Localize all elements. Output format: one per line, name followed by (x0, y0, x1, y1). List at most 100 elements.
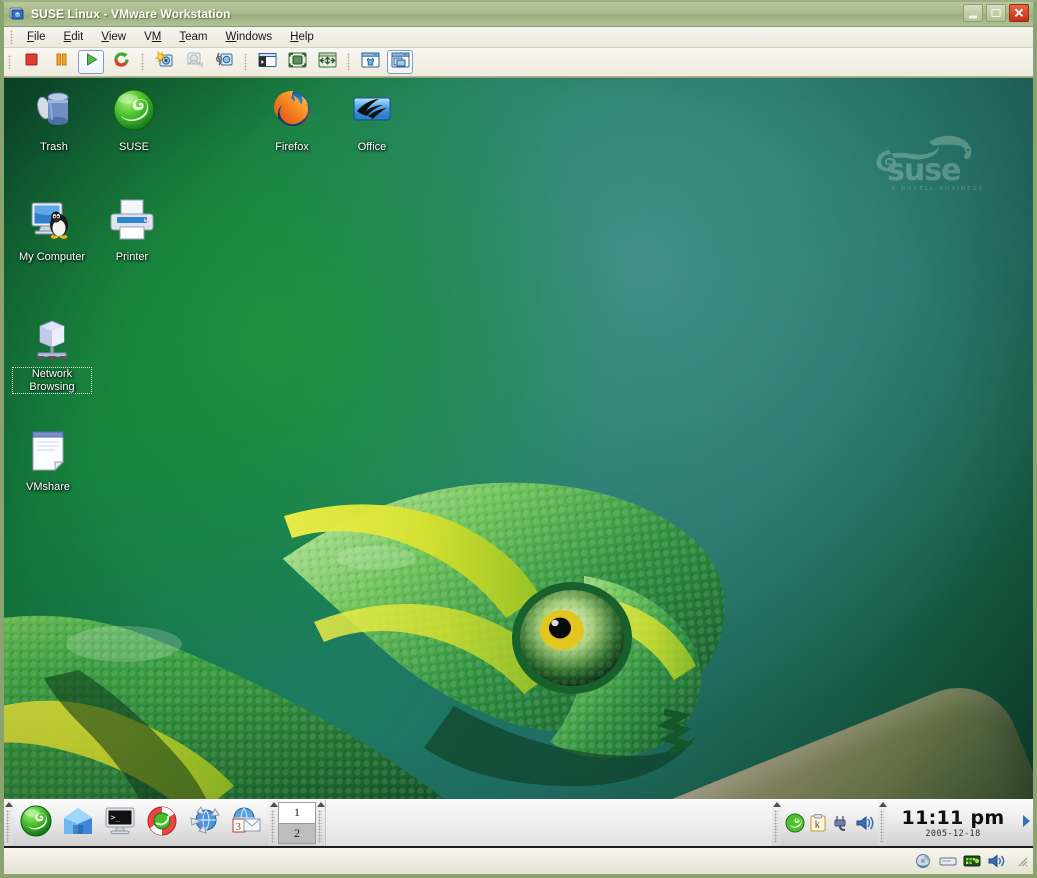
desktop-icon-label: Trash (38, 141, 70, 154)
menu-vm[interactable]: VM (135, 29, 170, 45)
status-network-icon[interactable] (963, 853, 981, 869)
panel-handle-left[interactable] (4, 800, 13, 846)
desktop-icon-label: Network Browsing (12, 367, 92, 394)
menu-bar: File Edit View VM Team Windows Help (4, 27, 1033, 48)
desktop-icon-trash[interactable]: Trash (14, 86, 94, 155)
fullscreen-button[interactable] (284, 50, 310, 74)
power-on-button[interactable] (78, 50, 104, 74)
close-button[interactable]: ✕ (1009, 4, 1029, 22)
settings-button[interactable] (357, 50, 383, 74)
quick-switch-button[interactable] (314, 50, 340, 74)
snapshot-manager-button[interactable] (211, 50, 237, 74)
desktop-icon-suse[interactable]: SUSE (94, 86, 174, 155)
show-sidebar-button[interactable] (254, 50, 280, 74)
sidebar-panel-icon (258, 52, 277, 73)
my-computer-tux-icon (28, 196, 76, 244)
guest-screen[interactable]: suse A NOVELL BUSINESS Trash (4, 77, 1033, 846)
menu-windows[interactable]: Windows (217, 29, 282, 45)
fullscreen-icon (288, 52, 307, 73)
desktop-pager[interactable]: 1 2 (278, 802, 316, 844)
terminal-icon: >_ (104, 806, 136, 841)
kde-panel: >_ (4, 799, 1033, 846)
panel-launchers: >_ (13, 800, 269, 846)
watermark-word: suse (887, 153, 960, 188)
menu-help[interactable]: Help (281, 29, 323, 45)
wrench-settings-icon (361, 52, 380, 73)
panel-handle-tray[interactable] (772, 800, 781, 846)
taskbar[interactable] (325, 800, 772, 846)
desktop-icon-network-browsing[interactable]: Network Browsing (12, 316, 92, 395)
desktop-icon-my-computer[interactable]: My Computer (12, 196, 92, 265)
chevron-right-icon (1021, 814, 1031, 833)
desktop-icon-office[interactable]: Office (332, 86, 412, 155)
summary-view-button[interactable] (387, 50, 413, 74)
reset-button[interactable] (108, 50, 134, 74)
panel-handle-clock[interactable] (878, 800, 887, 846)
play-triangle-icon (84, 52, 99, 72)
panel-collapse-button[interactable] (1019, 800, 1033, 846)
home-launcher[interactable] (58, 803, 98, 843)
kmenu-launcher[interactable] (16, 803, 56, 843)
kontact-mail-icon: 3 (229, 805, 263, 842)
pager-desktop-2[interactable]: 2 (279, 823, 315, 844)
konqueror-launcher[interactable] (184, 803, 224, 843)
kontact-launcher[interactable]: 3 (226, 803, 266, 843)
panel-handle-taskbar[interactable] (316, 800, 325, 846)
svg-text:>_: >_ (111, 813, 121, 822)
trash-bin-icon (30, 86, 78, 134)
desktop-icon-label: Printer (114, 251, 150, 264)
vmware-window-icon (9, 6, 25, 22)
menu-edit[interactable]: Edit (55, 29, 93, 45)
tray-network-icon[interactable] (831, 813, 851, 833)
menu-view[interactable]: View (92, 29, 135, 45)
panel-clock[interactable]: 11:11 pm 2005-12-18 (887, 800, 1019, 846)
tray-klipper-icon[interactable]: k (808, 813, 828, 833)
vmware-workstation-window: SUSE Linux - VMware Workstation ✕ File E… (0, 0, 1037, 878)
desktop-icon-firefox[interactable]: Firefox (252, 86, 332, 155)
tray-volume-icon[interactable] (854, 813, 874, 833)
menubar-grip[interactable] (10, 30, 13, 44)
status-floppy-icon[interactable] (939, 853, 957, 869)
snapshot-camera-icon (155, 51, 174, 73)
revert-snapshot-button[interactable] (181, 50, 207, 74)
tray-suse-updater-icon[interactable] (785, 813, 805, 833)
watermark-tagline: A NOVELL BUSINESS (891, 186, 984, 192)
desktop-icon-vmshare[interactable]: VMshare (8, 426, 88, 495)
pause-bars-icon (54, 52, 69, 72)
desktop-icon-label: VMshare (24, 481, 72, 494)
toolbar-separator (244, 53, 247, 71)
suspend-button[interactable] (48, 50, 74, 74)
openoffice-gull-icon (348, 86, 396, 134)
suse-chameleon-wallpaper: suse A NOVELL BUSINESS (4, 78, 1033, 846)
panel-handle-pager[interactable] (269, 800, 278, 846)
konqueror-globe-icon (187, 805, 221, 842)
desktop-icon-label: Office (356, 141, 389, 154)
window-controls: ✕ (963, 4, 1029, 22)
firefox-icon (268, 86, 316, 134)
vmware-status-bar (4, 846, 1033, 874)
clock-date: 2005-12-18 (925, 829, 980, 839)
maximize-button[interactable] (986, 4, 1006, 22)
pager-desktop-1[interactable]: 1 (279, 803, 315, 823)
help-launcher[interactable] (142, 803, 182, 843)
system-tray: k (781, 800, 878, 846)
quick-switch-icon (318, 52, 337, 73)
resize-grip[interactable] (1015, 854, 1029, 868)
terminal-launcher[interactable]: >_ (100, 803, 140, 843)
summary-view-icon (391, 52, 410, 73)
folder-document-icon (24, 426, 72, 474)
snapshot-button[interactable] (151, 50, 177, 74)
desktop-icon-label: Firefox (273, 141, 311, 154)
desktop-icon-printer[interactable]: Printer (92, 196, 172, 265)
suse-watermark: suse A NOVELL BUSINESS (869, 116, 997, 194)
menu-file[interactable]: File (18, 29, 55, 45)
status-disk-icon[interactable] (915, 853, 933, 869)
power-off-button[interactable] (18, 50, 44, 74)
suse-kmenu-icon (19, 804, 53, 843)
svg-text:k: k (815, 820, 820, 831)
toolbar-grip[interactable] (8, 55, 11, 69)
menu-team[interactable]: Team (170, 29, 216, 45)
status-sound-icon[interactable] (987, 853, 1005, 869)
minimize-button[interactable] (963, 4, 983, 22)
desktop-icon-label: SUSE (117, 141, 151, 154)
